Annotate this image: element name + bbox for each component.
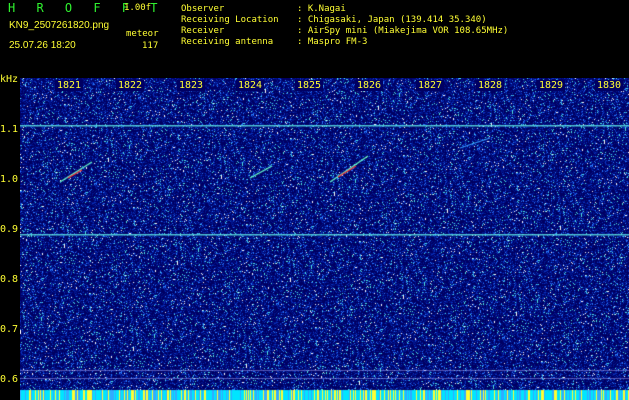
x-tick-label: 1823	[177, 80, 206, 91]
x-tick-label: 1824	[236, 80, 265, 91]
y-tick-label: 0.6	[0, 374, 19, 385]
info-row-receiver: Receiver : AirSpy mini (Miakejima VOR 108…	[181, 26, 508, 36]
header-bar: H R O F F T 1.00f KN9_2507261820.png met…	[0, 0, 629, 74]
info-value: : Chigasaki, Japan (139.414 35.340)	[297, 15, 487, 25]
x-tick-label: 1827	[416, 80, 445, 91]
y-tick-label: 1.1	[0, 124, 19, 135]
meteor-count: 117	[142, 41, 159, 51]
info-value: : AirSpy mini (Miakejima VOR 108.65MHz)	[297, 26, 509, 36]
y-tick-label: 1.0	[0, 174, 19, 185]
info-row-observer: Observer : K.Nagai	[181, 4, 346, 14]
info-key: Receiver	[181, 26, 225, 36]
info-row-location: Receiving Location : Chigasaki, Japan (13…	[181, 15, 487, 25]
info-value: : Maspro FM-3	[297, 37, 368, 47]
spectrogram-canvas	[20, 78, 629, 400]
y-tick-label: 0.7	[0, 324, 19, 335]
version-label: 1.00f	[124, 3, 152, 13]
x-tick-label: 1825	[295, 80, 324, 91]
x-tick-label: 1830	[595, 80, 624, 91]
filename-label: KN9_2507261820.png	[9, 20, 110, 31]
x-tick-label: 1821	[55, 80, 84, 91]
x-tick-label: 1822	[116, 80, 145, 91]
y-axis-unit: kHz	[0, 74, 19, 85]
info-key: Observer	[181, 4, 225, 14]
meteor-label: meteor	[126, 29, 159, 39]
y-tick-label: 0.8	[0, 274, 19, 285]
info-key: Receiving antenna	[181, 37, 274, 47]
info-value: : K.Nagai	[297, 4, 346, 14]
x-tick-label: 1826	[355, 80, 384, 91]
info-row-antenna: Receiving antenna : Maspro FM-3	[181, 37, 367, 47]
x-tick-label: 1828	[476, 80, 505, 91]
x-tick-label: 1829	[537, 80, 566, 91]
info-key: Receiving Location	[181, 15, 279, 25]
y-tick-label: 0.9	[0, 224, 19, 235]
datetime-label: 25.07.26 18:20	[9, 40, 76, 51]
